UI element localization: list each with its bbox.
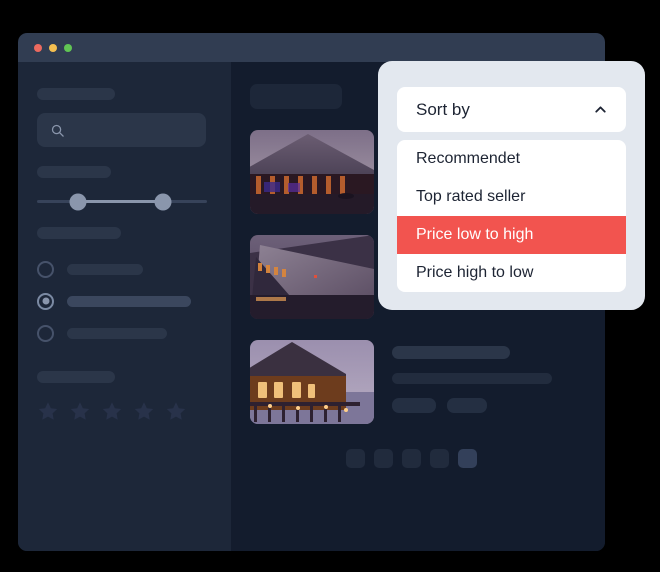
listing-photo-villa-at-dusk <box>250 340 374 424</box>
pagination-page[interactable] <box>374 449 393 468</box>
listing-photo-thatched-roof-deck <box>250 235 374 319</box>
sidebar-heading-price <box>37 166 111 178</box>
window-titlebar <box>18 33 605 62</box>
search-icon <box>51 124 64 137</box>
star-icon[interactable] <box>165 400 187 422</box>
listing-subtitle-placeholder <box>392 373 552 384</box>
radio-icon <box>37 260 54 278</box>
radio-option-label <box>67 295 191 307</box>
radio-icon-selected <box>37 292 54 310</box>
radio-option-2[interactable] <box>37 285 212 317</box>
listing-topbar-placeholder <box>250 84 342 109</box>
sort-by-dropdown: Sort by Recommendet Top rated seller Pri… <box>378 61 645 310</box>
listing-title-placeholder <box>392 346 510 359</box>
chevron-up-icon[interactable] <box>592 101 609 118</box>
listing-chip <box>392 398 436 413</box>
slider-selected-range <box>77 200 163 203</box>
traffic-light-group <box>34 43 72 52</box>
sort-option-top-rated-seller[interactable]: Top rated seller <box>397 178 626 216</box>
sort-option-price-low-to-high[interactable]: Price low to high <box>397 216 626 254</box>
radio-option-label <box>67 263 143 275</box>
minimize-window-button[interactable] <box>49 43 57 52</box>
pagination-page[interactable] <box>346 449 365 468</box>
star-icon[interactable] <box>133 400 155 422</box>
radio-group <box>37 253 212 349</box>
star-icon[interactable] <box>69 400 91 422</box>
maximize-window-button[interactable] <box>64 43 72 52</box>
pagination-page[interactable] <box>402 449 421 468</box>
pagination-page-active[interactable] <box>458 449 477 468</box>
listing-card[interactable] <box>250 340 585 424</box>
star-icon[interactable] <box>101 400 123 422</box>
sort-by-label: Sort by <box>416 99 470 119</box>
sort-option-recommendet[interactable]: Recommendet <box>397 140 626 178</box>
listing-chip-row <box>392 398 585 413</box>
listing-chip <box>447 398 487 413</box>
price-filter-block <box>37 166 212 210</box>
listing-photo-overwater-pavilion <box>250 130 374 214</box>
pagination-page[interactable] <box>430 449 449 468</box>
close-window-button[interactable] <box>34 43 42 52</box>
radio-option-label <box>67 327 167 339</box>
sidebar-heading-options <box>37 227 121 239</box>
search-input[interactable] <box>37 113 206 147</box>
star-icon[interactable] <box>37 400 59 422</box>
slider-handle-max[interactable] <box>154 193 172 210</box>
pagination <box>346 449 585 468</box>
slider-handle-min[interactable] <box>69 193 87 210</box>
filters-sidebar <box>18 62 231 551</box>
sort-by-select-button[interactable]: Sort by <box>397 87 626 132</box>
sort-by-option-list: Recommendet Top rated seller Price low t… <box>397 140 626 292</box>
radio-option-3[interactable] <box>37 317 212 349</box>
listing-text <box>392 340 585 424</box>
price-range-slider[interactable] <box>37 193 207 210</box>
screenshot-stage: Sort by Recommendet Top rated seller Pri… <box>0 0 660 572</box>
rating-filter[interactable] <box>37 400 212 422</box>
radio-icon <box>37 324 54 342</box>
sidebar-heading-search <box>37 88 115 100</box>
sidebar-heading-rating <box>37 371 115 383</box>
radio-option-1[interactable] <box>37 253 212 285</box>
sort-option-price-high-to-low[interactable]: Price high to low <box>397 254 626 292</box>
